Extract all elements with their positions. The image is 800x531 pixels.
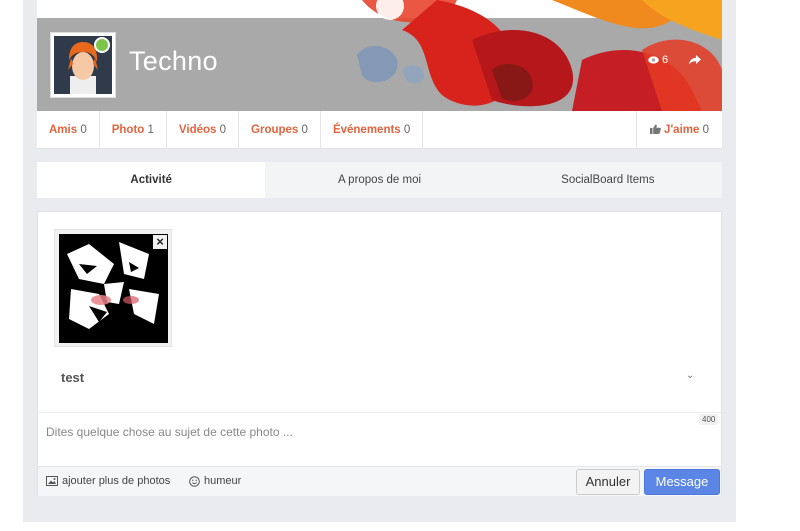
chevron-down-icon[interactable]: ⌄ xyxy=(686,370,694,381)
stat-label: Groupes xyxy=(251,124,299,136)
stat-count: 1 xyxy=(147,124,154,136)
tab-about-me[interactable]: A propos de moi xyxy=(265,162,493,198)
photo-caption-input[interactable]: Dites quelque chose au sujet de cette ph… xyxy=(38,412,721,466)
char-counter: 400 xyxy=(699,414,719,425)
album-name: test xyxy=(61,370,85,385)
mood-button[interactable]: humeur xyxy=(189,475,241,487)
add-more-photos-button[interactable]: ajouter plus de photos xyxy=(46,475,170,487)
add-more-photos-label: ajouter plus de photos xyxy=(62,475,171,487)
stat-groups[interactable]: Groupes 0 xyxy=(239,111,321,149)
smiley-icon xyxy=(189,475,200,487)
cancel-button[interactable]: Annuler xyxy=(576,469,640,495)
stat-label: Vidéos xyxy=(178,124,217,136)
share-icon xyxy=(689,55,701,65)
stat-label: Événements xyxy=(332,124,401,136)
image-icon xyxy=(46,476,58,486)
like-count: 0 xyxy=(702,124,709,136)
tab-socialboard-items[interactable]: SocialBoard Items xyxy=(494,162,722,198)
thumbs-up-icon xyxy=(649,124,661,134)
profile-tabs: Activité A propos de moi SocialBoard Ite… xyxy=(37,162,722,198)
view-count-value: 6 xyxy=(662,54,669,66)
tab-activity[interactable]: Activité xyxy=(37,162,266,198)
remove-photo-icon[interactable]: × xyxy=(153,235,167,249)
photo-composer: × test ⌄ Dites quelque chose au sujet de… xyxy=(37,211,722,496)
stat-events[interactable]: Événements 0 xyxy=(321,111,424,149)
eye-icon xyxy=(648,56,659,64)
stat-label: Amis xyxy=(49,124,78,136)
profile-name: Techno xyxy=(129,46,218,76)
profile-stats-bar: Amis 0 Photo 1 Vidéos 0 Groupes 0 Événem… xyxy=(37,111,722,149)
stat-count: 0 xyxy=(403,124,411,136)
stat-label: Photo xyxy=(111,124,145,136)
stat-count: 0 xyxy=(219,124,227,136)
post-message-button[interactable]: Message xyxy=(644,469,720,495)
view-count: 6 xyxy=(648,54,668,66)
stat-videos[interactable]: Vidéos 0 xyxy=(167,111,240,149)
stat-count: 0 xyxy=(301,124,308,136)
photo-thumbnail: × xyxy=(54,229,172,347)
share-button[interactable] xyxy=(689,54,701,68)
stat-count: 0 xyxy=(80,124,87,136)
like-button[interactable]: J'aime 0 xyxy=(635,111,722,149)
composer-footer: ajouter plus de photos humeur Annuler Me… xyxy=(38,466,721,496)
mood-label: humeur xyxy=(204,475,242,487)
like-label: J'aime xyxy=(664,124,700,136)
uploaded-photo xyxy=(59,234,168,343)
stat-friends[interactable]: Amis 0 xyxy=(37,111,100,149)
stat-photos[interactable]: Photo 1 xyxy=(100,111,167,149)
online-status-indicator xyxy=(94,37,110,53)
